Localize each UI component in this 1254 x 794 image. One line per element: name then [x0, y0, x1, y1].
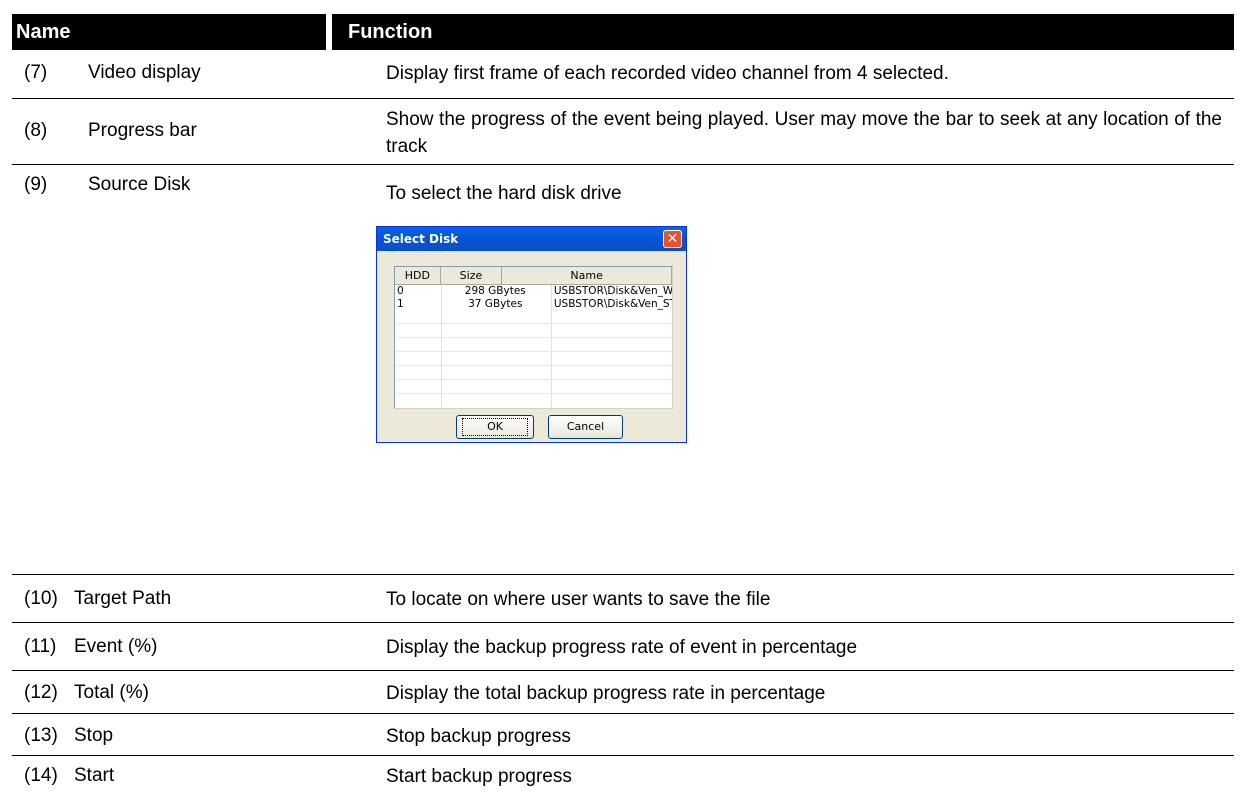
row-number: (8) [24, 120, 48, 141]
row-number: (10) [24, 588, 58, 609]
row-function: Display first frame of each recorded vid… [386, 63, 949, 84]
ok-button[interactable]: OK [456, 415, 534, 439]
row-function: Start backup progress [386, 766, 572, 787]
disk-name: USBSTOR\Disk&Ven_WDC_W... [553, 285, 672, 297]
row-name: Stop [74, 725, 114, 746]
table-row: (11) Event (%) Display the backup progre… [12, 624, 1234, 671]
row-function: Show the progress of the event being pla… [386, 109, 1222, 157]
row-number: (11) [24, 636, 57, 657]
disk-size: 298 GBytes [464, 285, 526, 297]
table-row: (13) Stop Stop backup progress [12, 715, 1234, 756]
disk-list-header: HDD Size Name [395, 267, 672, 285]
column-size[interactable]: Size [441, 267, 503, 284]
row-name: Start [74, 765, 115, 786]
table-row: (12) Total (%) Display the total backup … [12, 672, 1234, 714]
row-name: Target Path [74, 588, 172, 609]
row-name: Source Disk [88, 174, 191, 195]
table-row: (7) Video display Display first frame of… [12, 52, 1234, 99]
row-function: Display the backup progress rate of even… [386, 637, 858, 658]
disk-hdd: 0 [397, 285, 404, 297]
row-function: Display the total backup progress rate i… [386, 683, 826, 704]
row-number: (12) [24, 682, 58, 703]
table-row: (14) Start Start backup progress [12, 757, 1234, 794]
row-function: To select the hard disk drive [386, 183, 622, 204]
disk-row[interactable]: 0 298 GBytes USBSTOR\Disk&Ven_WDC_W... [395, 285, 672, 298]
row-name: Progress bar [88, 120, 197, 141]
select-disk-dialog: Select Disk ✕ HDD Size Name 0 298 GBytes… [376, 226, 687, 443]
row-name: Event (%) [74, 636, 158, 657]
table-header: Name Function [12, 14, 1234, 50]
header-name: Name [12, 14, 326, 50]
row-function: Stop backup progress [386, 726, 571, 747]
close-icon[interactable]: ✕ [663, 230, 682, 248]
dialog-title-bar[interactable]: Select Disk ✕ [377, 227, 686, 251]
ok-label: OK [462, 418, 528, 436]
row-number: (7) [24, 62, 48, 83]
row-name: Total (%) [74, 682, 149, 703]
row-name: Video display [88, 62, 201, 83]
table-row: (9) Source Disk To select the hard disk … [12, 166, 1234, 575]
table-row: (8) Progress bar Show the progress of th… [12, 100, 1234, 165]
header-function: Function [332, 14, 1234, 50]
column-name[interactable]: Name [502, 267, 672, 284]
row-number: (14) [24, 765, 58, 786]
dialog-title: Select Disk [383, 232, 459, 246]
empty-grid [395, 310, 672, 394]
row-number: (13) [24, 725, 58, 746]
table-row: (10) Target Path To locate on where user… [12, 576, 1234, 623]
row-number: (9) [24, 174, 48, 195]
column-hdd[interactable]: HDD [395, 267, 441, 284]
row-function: To locate on where user wants to save th… [386, 589, 771, 610]
cancel-button[interactable]: Cancel [548, 415, 623, 439]
disk-list[interactable]: HDD Size Name 0 298 GBytes USBSTOR\Disk&… [394, 266, 673, 409]
